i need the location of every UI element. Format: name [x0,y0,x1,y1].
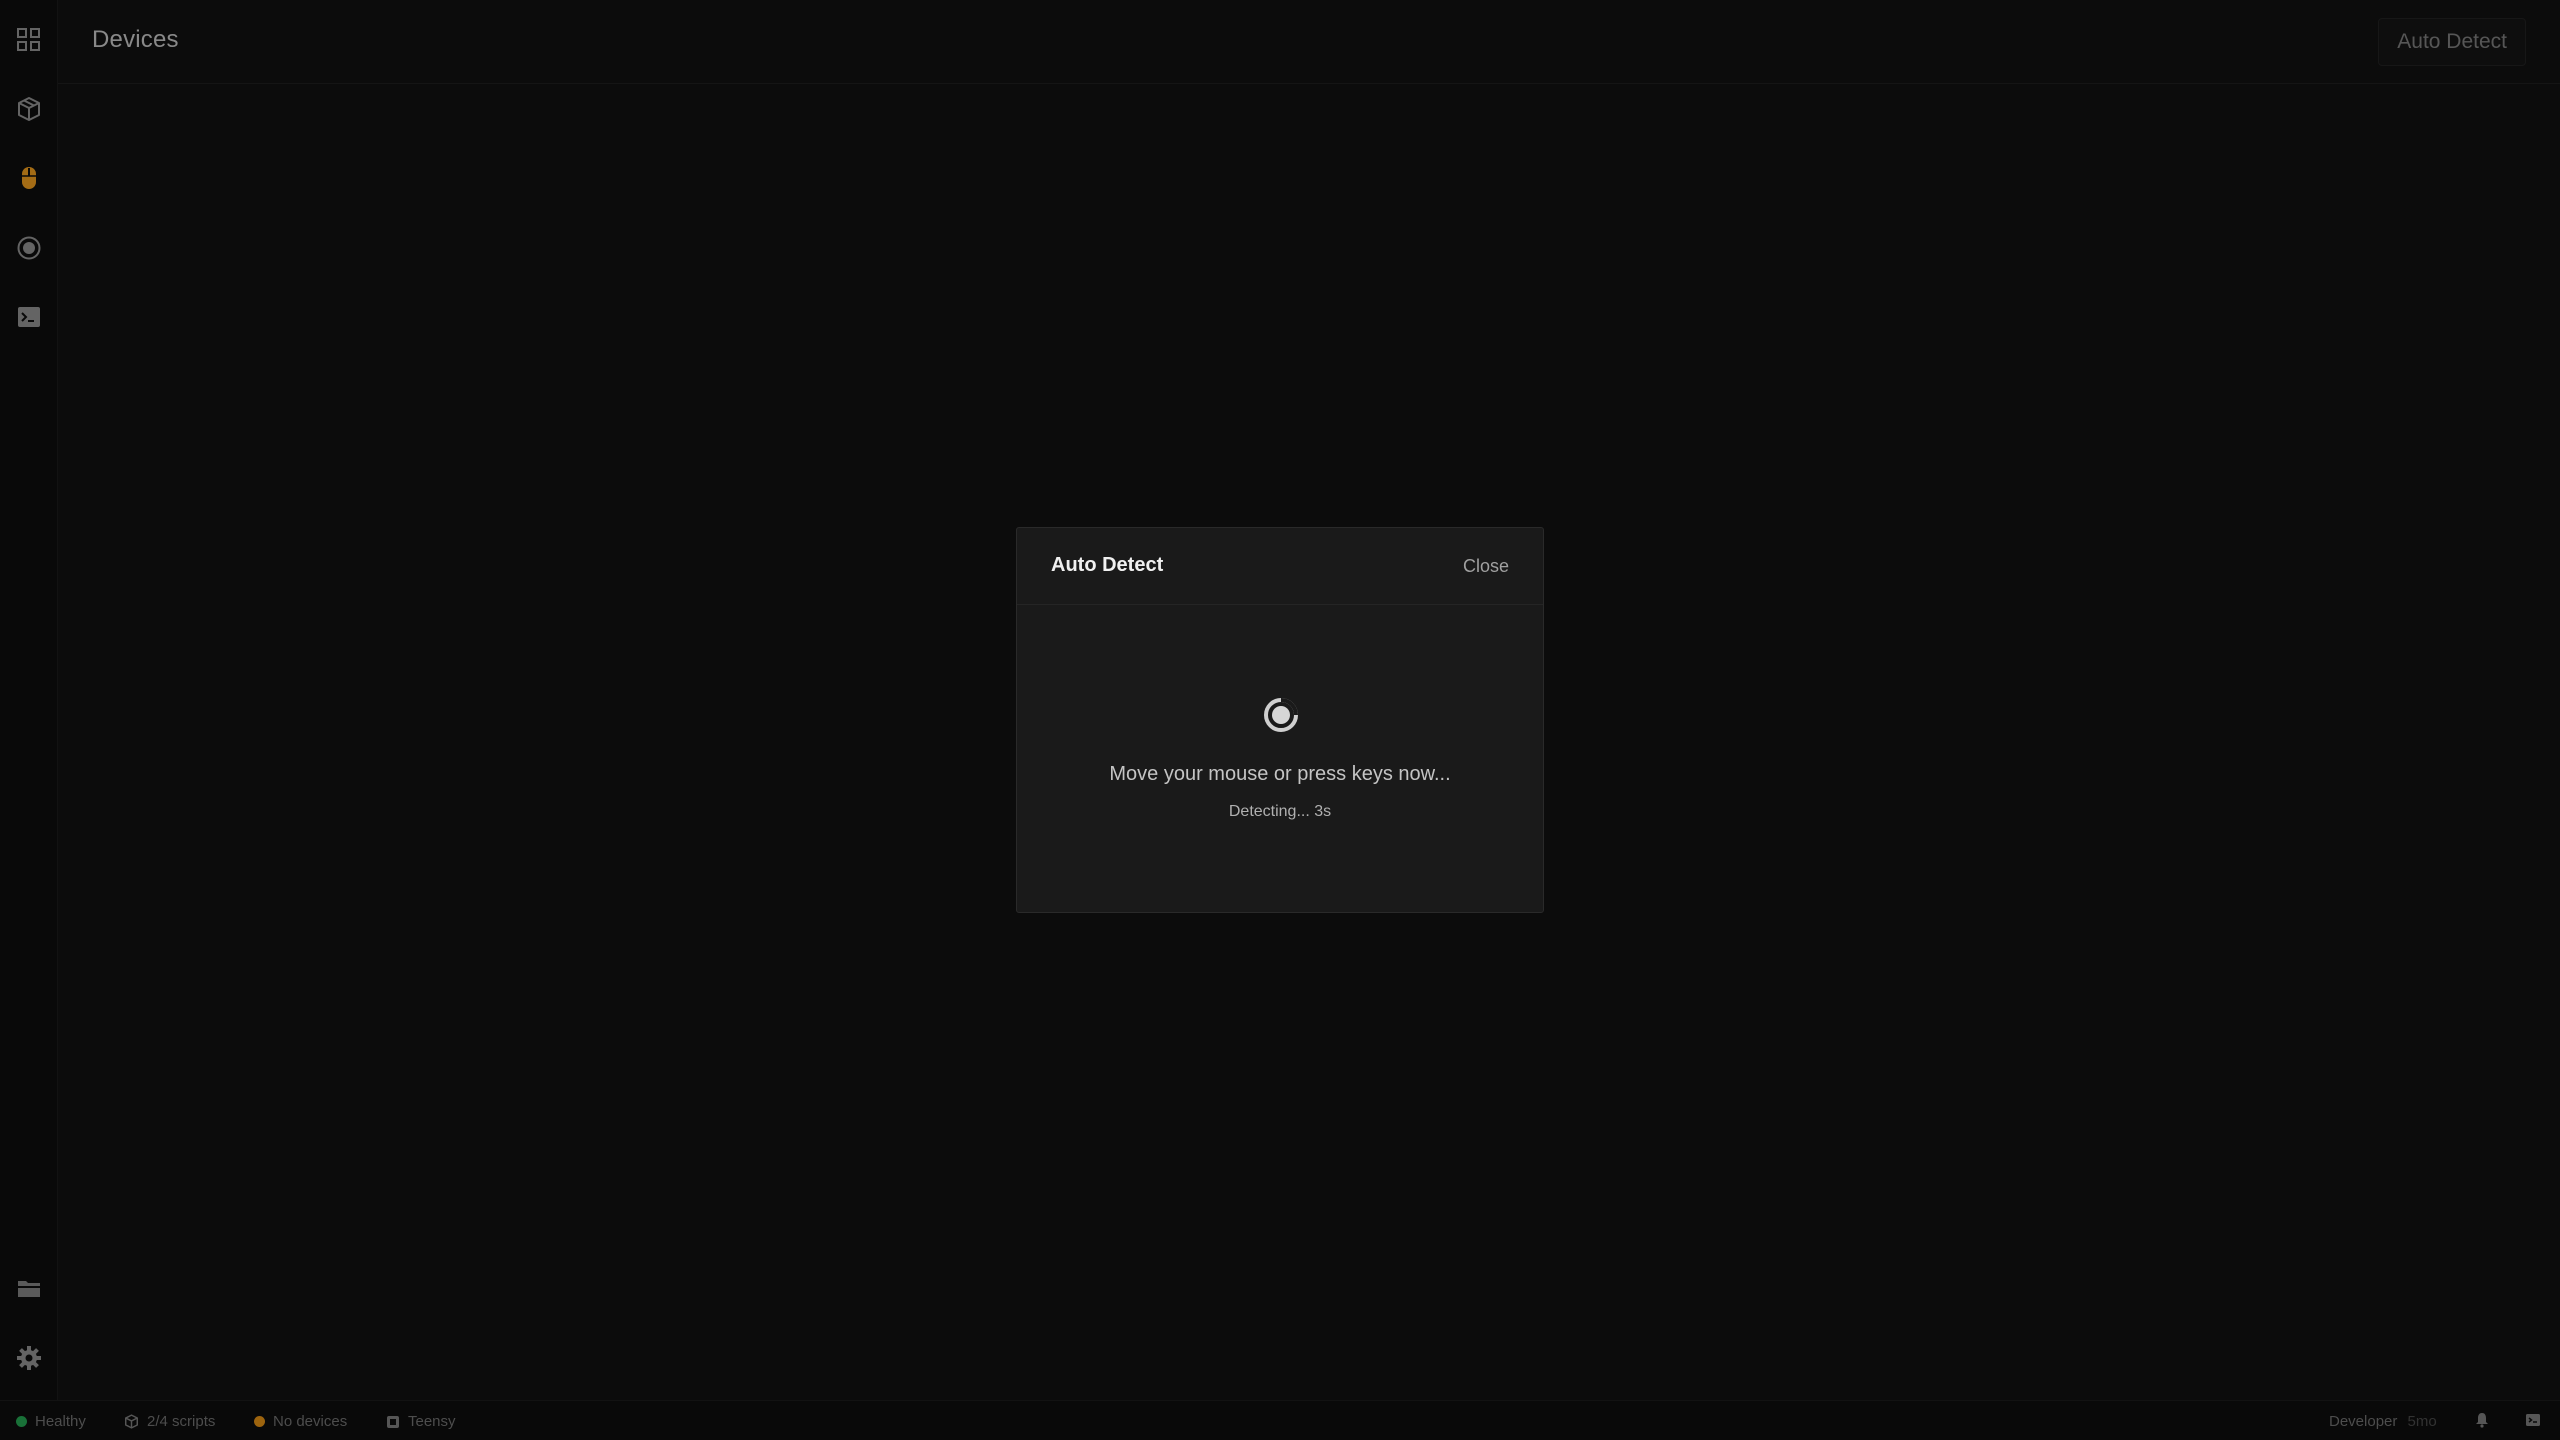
detection-status: Detecting... 3s [1228,803,1332,820]
dialog-title: Auto Detect [1051,554,1164,576]
app-window: Devices Auto Detect Healthy 2/4 scripts … [0,0,2560,1440]
spinner-icon [1264,698,1298,732]
auto-detect-dialog: Auto Detect Close Move your mouse or pre… [1016,527,1544,913]
close-button[interactable]: Close [1463,556,1509,577]
dialog-message: Move your mouse or press keys now... [1109,763,1451,785]
dialog-header: Auto Detect Close [1017,528,1543,605]
